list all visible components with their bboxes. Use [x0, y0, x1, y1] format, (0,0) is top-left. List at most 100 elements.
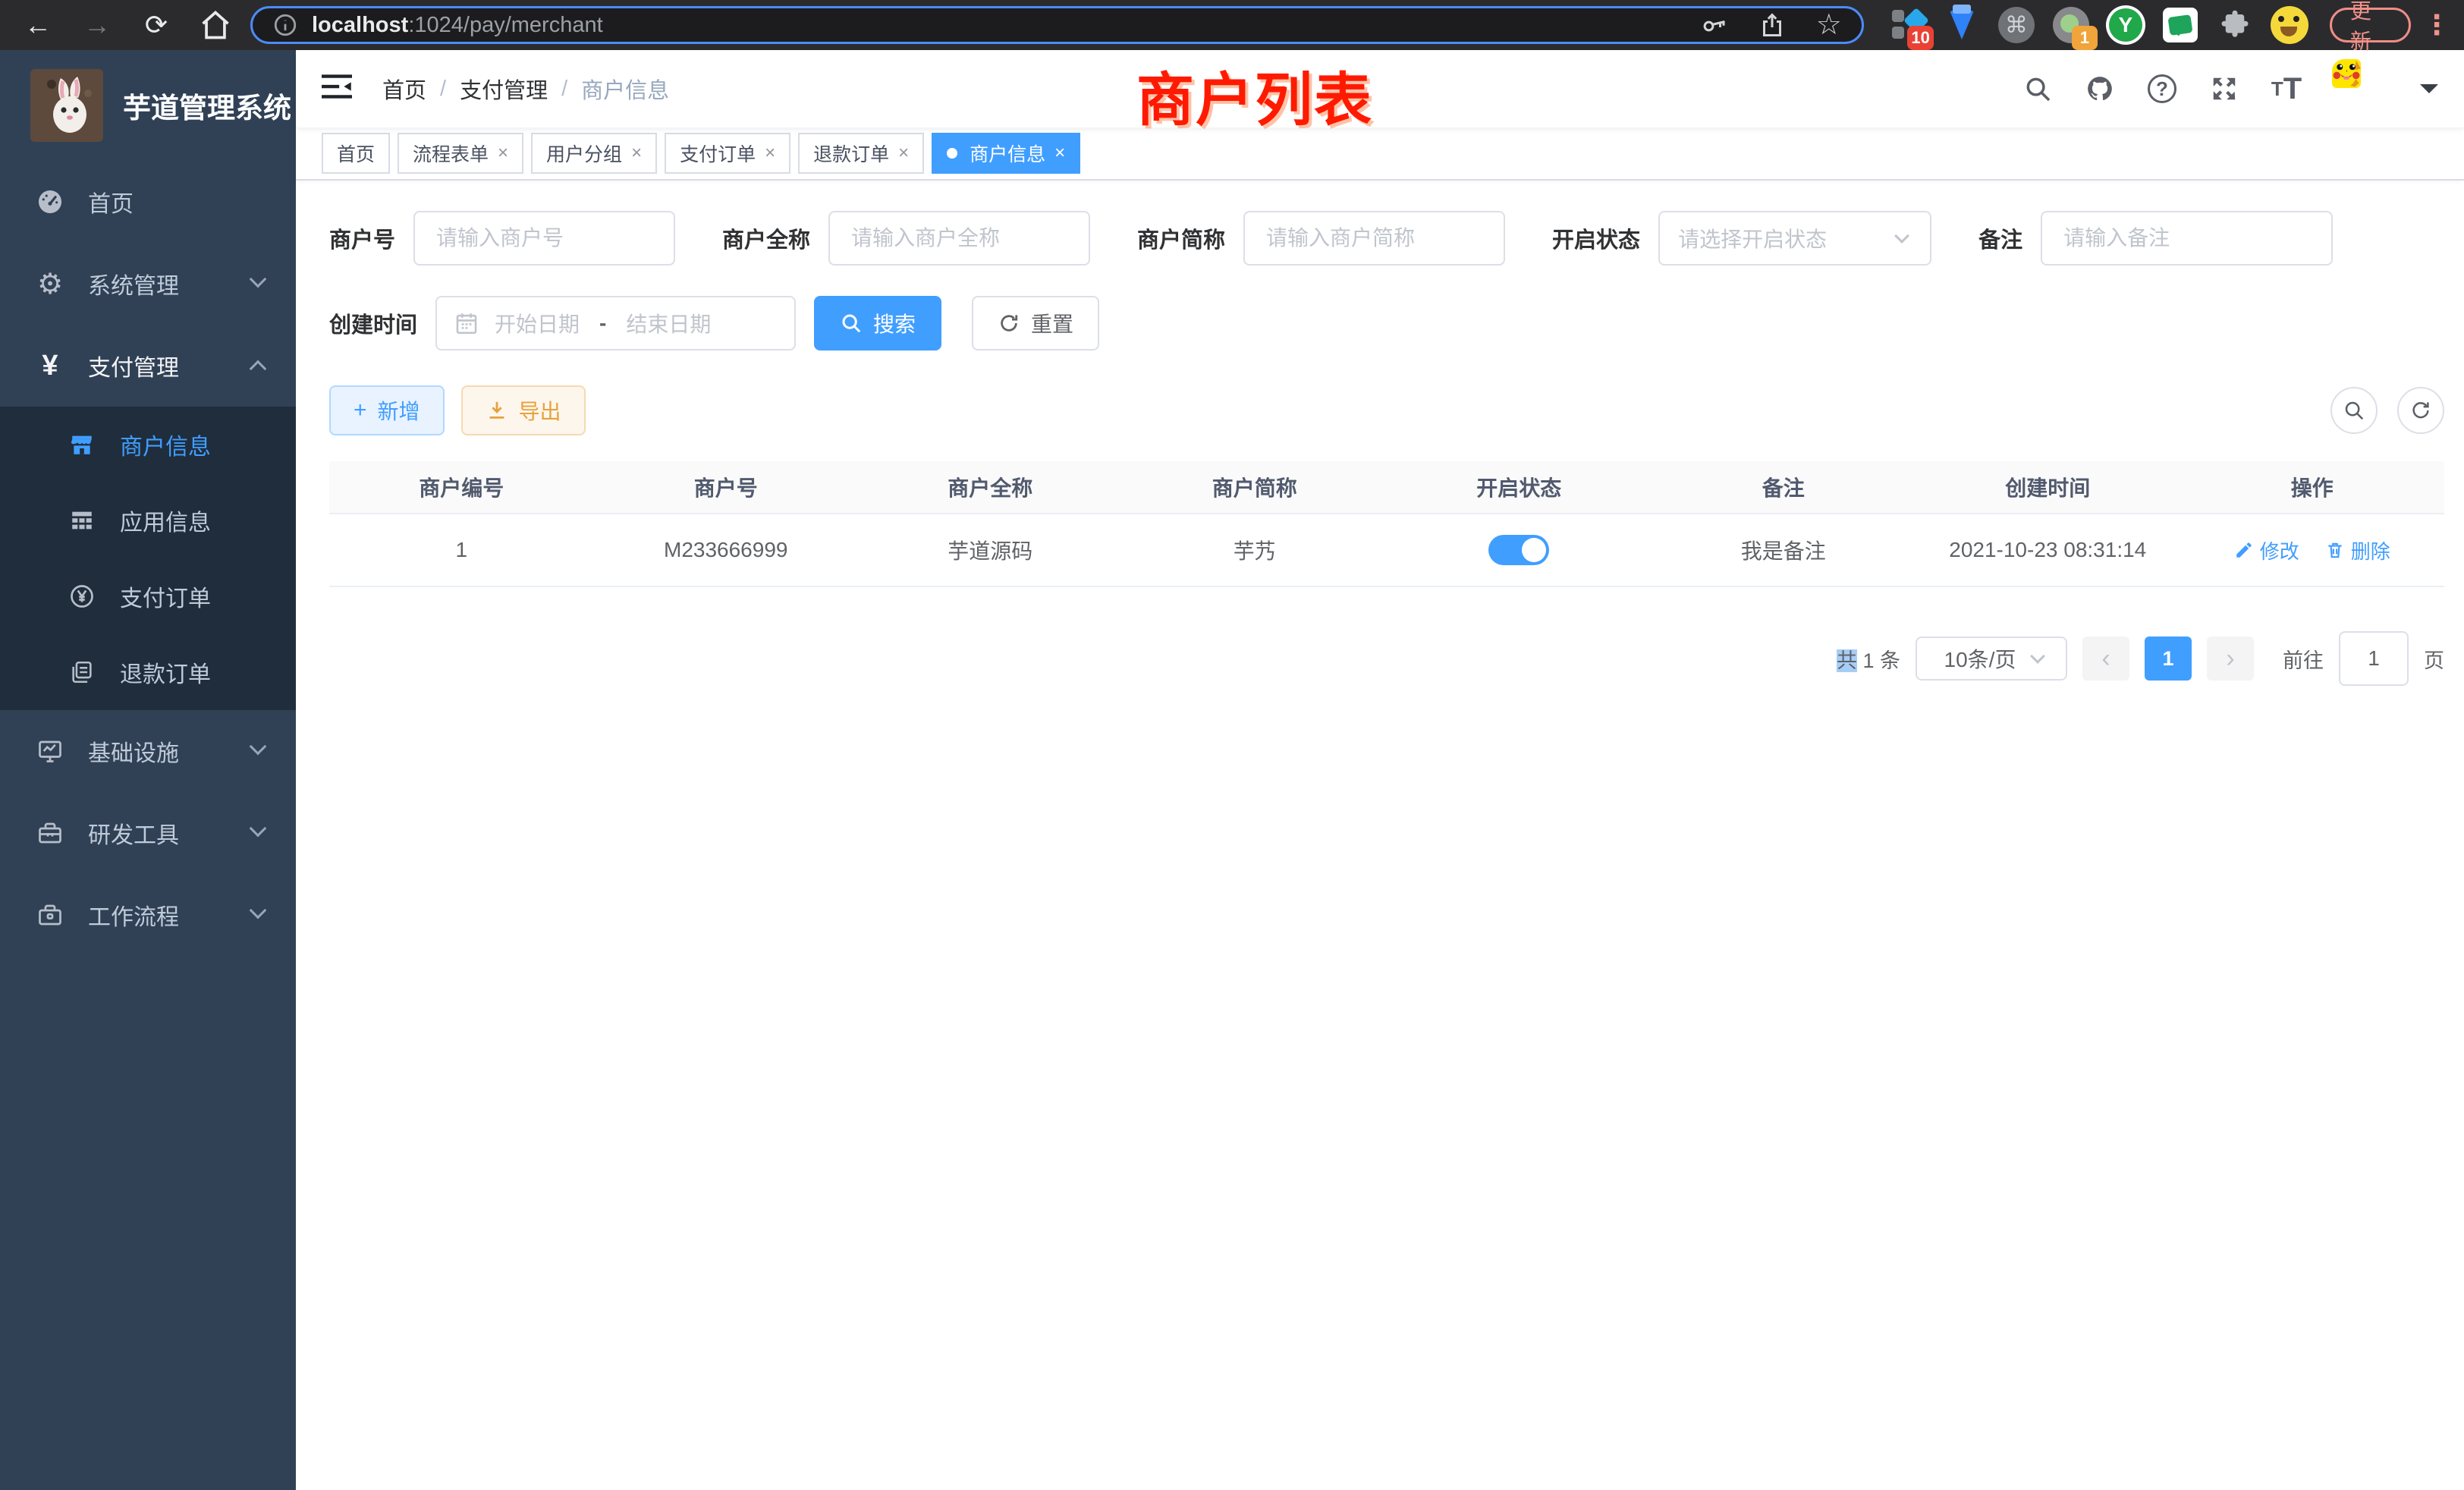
- tab-merchant-info[interactable]: 商户信息 ×: [932, 133, 1080, 174]
- sidebar-item-system[interactable]: ⚙ 系统管理: [0, 243, 296, 325]
- delete-link[interactable]: 删除: [2325, 536, 2390, 564]
- browser-back-icon[interactable]: ←: [21, 8, 55, 42]
- merchant-no-input[interactable]: [413, 211, 675, 266]
- extension-tabs-icon[interactable]: 10: [1887, 5, 1928, 46]
- next-page-button[interactable]: ›: [2207, 637, 2254, 681]
- reset-button[interactable]: 重置: [972, 296, 1099, 350]
- create-time-range-picker[interactable]: 开始日期 - 结束日期: [435, 296, 796, 350]
- sidebar-item-payment[interactable]: ¥ 支付管理: [0, 325, 296, 407]
- extension-command-icon[interactable]: ⌘: [1996, 5, 2037, 46]
- cell-full-name: 芋道源码: [858, 535, 1123, 565]
- tab-label: 退款订单: [813, 140, 889, 167]
- extension-gem-icon[interactable]: [1941, 5, 1982, 46]
- sidebar-item-refund-order[interactable]: 退款订单: [0, 634, 296, 710]
- page-1-button[interactable]: 1: [2145, 637, 2192, 681]
- extension-badge: 1: [2072, 26, 2098, 50]
- documents-icon: [65, 655, 99, 689]
- yen-icon: ¥: [33, 349, 67, 382]
- chevron-down-icon: [250, 902, 267, 919]
- status-select[interactable]: 请选择开启状态: [1658, 211, 1931, 266]
- create-time-label: 创建时间: [329, 307, 417, 339]
- extensions-puzzle-icon[interactable]: [2214, 5, 2255, 46]
- page-size-select[interactable]: 10条/页: [1916, 637, 2067, 681]
- browser-profile-avatar[interactable]: [2269, 5, 2310, 46]
- fullscreen-icon[interactable]: [2208, 72, 2241, 105]
- close-icon[interactable]: ×: [765, 144, 775, 162]
- cell-created-at: 2021-10-23 08:31:14: [1916, 538, 2180, 562]
- breadcrumb-home[interactable]: 首页: [382, 73, 426, 105]
- close-icon[interactable]: ×: [898, 144, 909, 162]
- goto-page-input[interactable]: [2339, 631, 2409, 686]
- col-created-at: 创建时间: [1916, 472, 2180, 502]
- search-button[interactable]: 搜索: [814, 296, 941, 350]
- sidebar-item-home[interactable]: 首页: [0, 161, 296, 243]
- merchant-no-label: 商户号: [329, 222, 395, 254]
- tab-process-form[interactable]: 流程表单 ×: [398, 133, 523, 174]
- browser-reload-icon[interactable]: ⟳: [140, 8, 173, 42]
- browser-forward-icon[interactable]: →: [80, 8, 114, 42]
- full-name-input[interactable]: [828, 211, 1090, 266]
- sidebar-item-label: 工作流程: [88, 898, 179, 932]
- tab-pay-order[interactable]: 支付订单 ×: [665, 133, 790, 174]
- browser-update-button[interactable]: 更新: [2330, 8, 2411, 42]
- filter-row-1: 商户号 商户全称 商户简称 开启状态 请选择开启状态 备注: [329, 211, 2444, 266]
- page-size-value: 10条/页: [1935, 643, 2025, 674]
- navbar-actions: ? TT: [2021, 59, 2464, 118]
- site-info-icon[interactable]: [272, 12, 298, 38]
- tab-home[interactable]: 首页: [322, 133, 390, 174]
- github-icon[interactable]: [2083, 72, 2117, 105]
- sidebar-item-pay-order[interactable]: 支付订单: [0, 558, 296, 634]
- prev-page-button[interactable]: ‹: [2082, 637, 2129, 681]
- show-search-toggle-button[interactable]: [2330, 387, 2378, 434]
- remark-input[interactable]: [2041, 211, 2333, 266]
- chevron-down-icon: [250, 820, 267, 838]
- sidebar-item-dev-tools[interactable]: 研发工具: [0, 792, 296, 874]
- gear-icon: ⚙: [33, 267, 67, 300]
- breadcrumb-separator: /: [440, 77, 446, 102]
- app-logo-row[interactable]: 芋道管理系统: [0, 50, 296, 161]
- sidebar-item-app-info[interactable]: 应用信息: [0, 483, 296, 558]
- short-name-input[interactable]: [1243, 211, 1505, 266]
- help-icon[interactable]: ?: [2145, 72, 2179, 105]
- close-icon[interactable]: ×: [498, 144, 508, 162]
- share-icon[interactable]: [1758, 11, 1786, 39]
- edit-link[interactable]: 修改: [2234, 536, 2299, 564]
- tab-refund-order[interactable]: 退款订单 ×: [798, 133, 924, 174]
- sidebar-item-merchant-info[interactable]: 商户信息: [0, 407, 296, 483]
- status-toggle[interactable]: [1488, 535, 1549, 565]
- yen-circle-icon: [65, 580, 99, 613]
- search-icon[interactable]: [2021, 72, 2054, 105]
- browser-home-icon[interactable]: [199, 8, 232, 42]
- bookmark-star-icon[interactable]: ☆: [1816, 11, 1842, 39]
- export-button[interactable]: 导出: [461, 385, 586, 435]
- address-bar[interactable]: localhost:1024/pay/merchant ☆: [250, 6, 1864, 44]
- col-merchant-no: 商户号: [594, 472, 859, 502]
- breadcrumb-current: 商户信息: [581, 73, 669, 105]
- app-title: 芋道管理系统: [123, 85, 291, 126]
- font-size-icon[interactable]: TT: [2270, 72, 2303, 105]
- table-row: 1 M233666999 芋道源码 芋艿 我是备注 2021-10-23 08:…: [329, 514, 2444, 587]
- refresh-icon: [2409, 399, 2432, 422]
- breadcrumb-payment[interactable]: 支付管理: [460, 73, 548, 105]
- sidebar-item-label: 基础设施: [88, 734, 179, 768]
- extension-y-icon[interactable]: Y: [2105, 5, 2146, 46]
- sidebar-item-infrastructure[interactable]: 基础设施: [0, 710, 296, 792]
- browser-menu-icon[interactable]: ⋮: [2423, 9, 2450, 41]
- refresh-table-button[interactable]: [2397, 387, 2444, 434]
- add-button[interactable]: + 新增: [329, 385, 445, 435]
- extension-chat-icon[interactable]: [2160, 5, 2201, 46]
- pagination-total: 共 1 条: [1837, 644, 1900, 674]
- top-navbar: 首页 / 支付管理 / 商户信息 商户列表 ? TT: [296, 50, 2464, 127]
- password-key-icon[interactable]: [1701, 11, 1728, 39]
- close-icon[interactable]: ×: [1054, 144, 1065, 162]
- extension-recorder-icon[interactable]: 1: [2051, 5, 2092, 46]
- sidebar-item-label: 应用信息: [120, 504, 211, 537]
- tab-user-group[interactable]: 用户分组 ×: [531, 133, 657, 174]
- user-avatar[interactable]: [2332, 59, 2391, 118]
- avatar-dropdown-caret[interactable]: [2420, 84, 2438, 102]
- close-icon[interactable]: ×: [631, 144, 642, 162]
- date-range-separator: -: [599, 311, 606, 335]
- tab-label: 商户信息: [970, 140, 1045, 167]
- sidebar-item-workflow[interactable]: 工作流程: [0, 874, 296, 956]
- sidebar-toggle-icon[interactable]: [322, 71, 357, 106]
